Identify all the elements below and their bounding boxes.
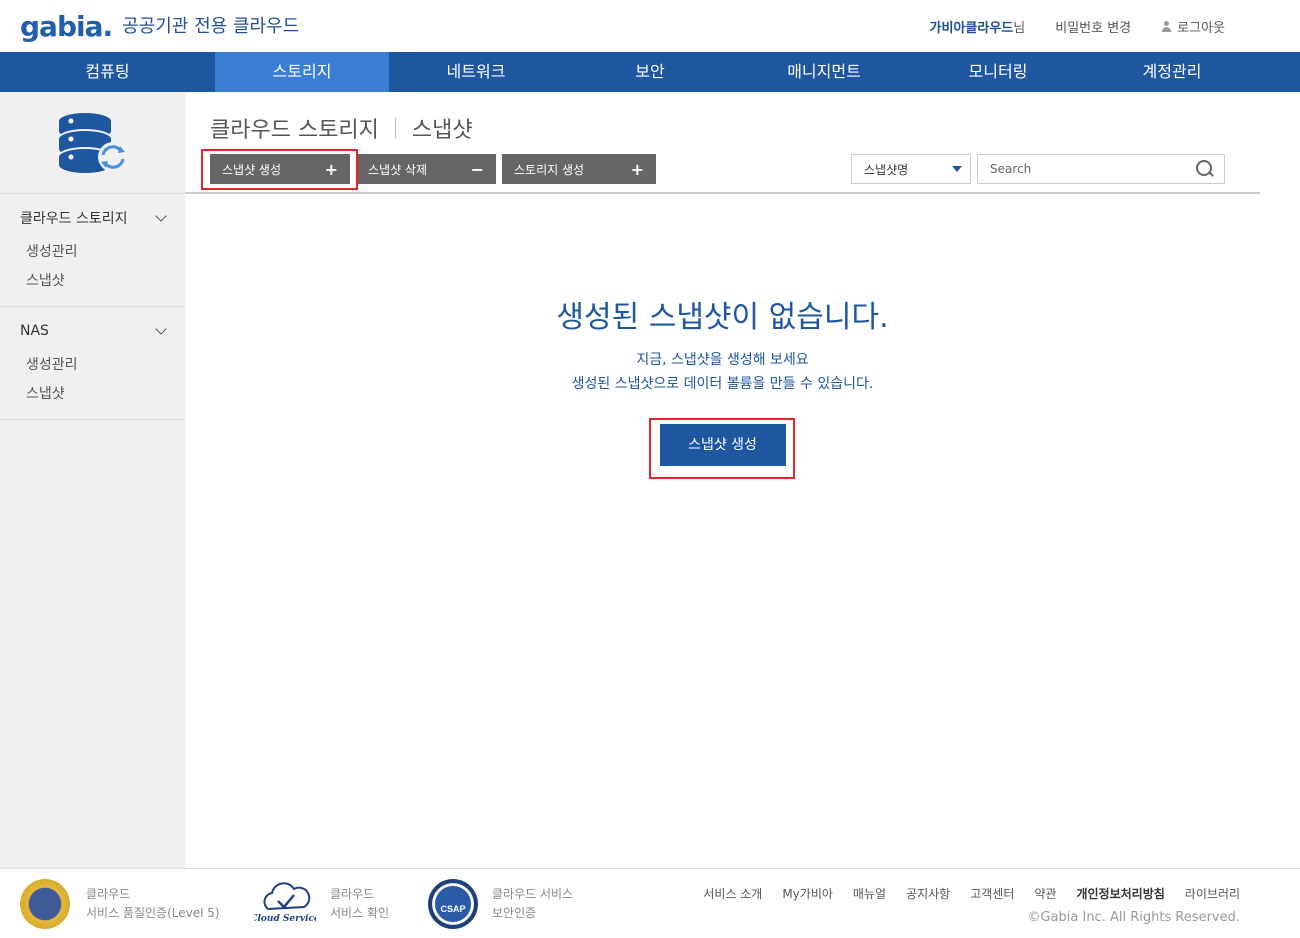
footer-links: 서비스 소개 My가비아 매뉴얼 공지사항 고객센터 약관 개인정보처리방침 라…: [703, 885, 1240, 902]
main-content: 클라우드 스토리지 스냅샷 스냅샷 생성 + 스냅샷 삭제 − 스토리지 생성 + 스…: [185, 92, 1300, 868]
cert-cloud-service: Cloud Service 클라우드 서비스 확인: [250, 879, 389, 929]
footer-link-support[interactable]: 고객센터: [970, 885, 1014, 902]
cloud-service-logo-icon: Cloud Service: [250, 879, 320, 929]
caret-down-icon: [952, 166, 962, 172]
logo-mark: gabia.: [20, 10, 113, 43]
chevron-down-icon: [155, 210, 167, 222]
logo-subtitle: 공공기관 전용 클라우드: [122, 16, 300, 37]
copyright: ©Gabia Inc. All Rights Reserved.: [1027, 910, 1240, 925]
divider: [185, 192, 1260, 194]
change-password-link[interactable]: 비밀번호 변경: [1055, 17, 1131, 36]
nav-management[interactable]: 매니지먼트: [737, 52, 911, 92]
nav-monitoring[interactable]: 모니터링: [911, 52, 1085, 92]
header: gabia. 공공기관 전용 클라우드 가비아클라우드님 비밀번호 변경 로그아…: [0, 0, 1300, 52]
create-storage-button[interactable]: 스토리지 생성 +: [502, 154, 656, 184]
csap-badge-icon: CSAP: [428, 879, 478, 929]
user-name: 가비아클라우드님: [929, 21, 1026, 36]
highlight-box-toolbar: [201, 149, 358, 190]
svg-text:CSAP: CSAP: [440, 904, 465, 914]
cert-csap: CSAP 클라우드 서비스 보안인증: [428, 879, 573, 929]
nav-network[interactable]: 네트워크: [389, 52, 563, 92]
minus-icon: −: [470, 159, 484, 179]
nav-storage[interactable]: 스토리지: [215, 52, 389, 92]
footer-link-manual[interactable]: 매뉴얼: [853, 885, 886, 902]
footer-link-service-intro[interactable]: 서비스 소개: [703, 885, 762, 902]
gabia-logo[interactable]: gabia. 공공기관 전용 클라우드: [20, 10, 299, 44]
svg-text:Cloud Service: Cloud Service: [254, 914, 316, 924]
sidebar-group-title[interactable]: 클라우드 스토리지: [0, 208, 185, 228]
highlight-box-empty-button: [649, 418, 795, 479]
sidebar: 클라우드 스토리지 생성관리 스냅샷 NAS 생성관리 스냅샷: [0, 92, 185, 868]
search-area: 스냅샷명: [851, 154, 1225, 184]
empty-state-title: 생성된 스냅샷이 없습니다.: [556, 300, 889, 335]
footer-link-library[interactable]: 라이브러리: [1185, 885, 1240, 902]
logout-link[interactable]: 로그아웃: [1161, 17, 1225, 36]
sidebar-group-nas: NAS 생성관리 스냅샷: [0, 307, 185, 420]
plus-icon: +: [630, 159, 644, 179]
footer-link-privacy[interactable]: 개인정보처리방침: [1076, 885, 1164, 902]
footer: 클라우드 서비스 품질인증(Level 5) Cloud Service 클라우…: [0, 868, 1300, 938]
sidebar-item-snapshot[interactable]: 스냅샷: [0, 267, 185, 296]
footer-link-notice[interactable]: 공지사항: [906, 885, 950, 902]
footer-link-my-gabia[interactable]: My가비아: [782, 885, 833, 902]
nav-security[interactable]: 보안: [563, 52, 737, 92]
cert-quality: 클라우드 서비스 품질인증(Level 5): [20, 879, 220, 929]
user-links: 가비아클라우드님 비밀번호 변경 로그아웃: [930, 17, 1225, 36]
person-icon: [1161, 20, 1172, 33]
breadcrumb-parent: 클라우드 스토리지: [210, 118, 379, 143]
delete-snapshot-button[interactable]: 스냅샷 삭제 −: [356, 154, 496, 184]
sidebar-item-nas-snapshot[interactable]: 스냅샷: [0, 380, 185, 409]
search-box: [977, 154, 1225, 184]
footer-link-terms[interactable]: 약관: [1034, 885, 1056, 902]
nav-computing[interactable]: 컴퓨팅: [0, 52, 215, 92]
main-nav: 컴퓨팅 스토리지 네트워크 보안 매니지먼트 모니터링 계정관리: [0, 52, 1300, 92]
empty-state-description: 지금, 스냅샷을 생성해 보세요 생성된 스냅샷으로 데이터 볼륨을 만들 수 …: [571, 352, 874, 392]
logout-label: 로그아웃: [1177, 21, 1225, 36]
breadcrumb: 클라우드 스토리지 스냅샷: [210, 112, 473, 144]
search-icon[interactable]: [1196, 160, 1214, 178]
chevron-down-icon: [155, 323, 167, 335]
page-title: 스냅샷: [411, 118, 473, 143]
quality-badge-icon: [20, 879, 70, 929]
search-input[interactable]: [990, 162, 1180, 176]
sidebar-item-nas-create-manage[interactable]: 생성관리: [0, 351, 185, 380]
sidebar-item-create-manage[interactable]: 생성관리: [0, 238, 185, 267]
breadcrumb-separator: [394, 118, 396, 138]
storage-sync-icon: [0, 92, 185, 194]
sidebar-group-cloud-storage: 클라우드 스토리지 생성관리 스냅샷: [0, 194, 185, 307]
search-filter-select[interactable]: 스냅샷명: [851, 154, 971, 184]
nav-account[interactable]: 계정관리: [1085, 52, 1259, 92]
sidebar-group-title[interactable]: NAS: [0, 321, 185, 341]
